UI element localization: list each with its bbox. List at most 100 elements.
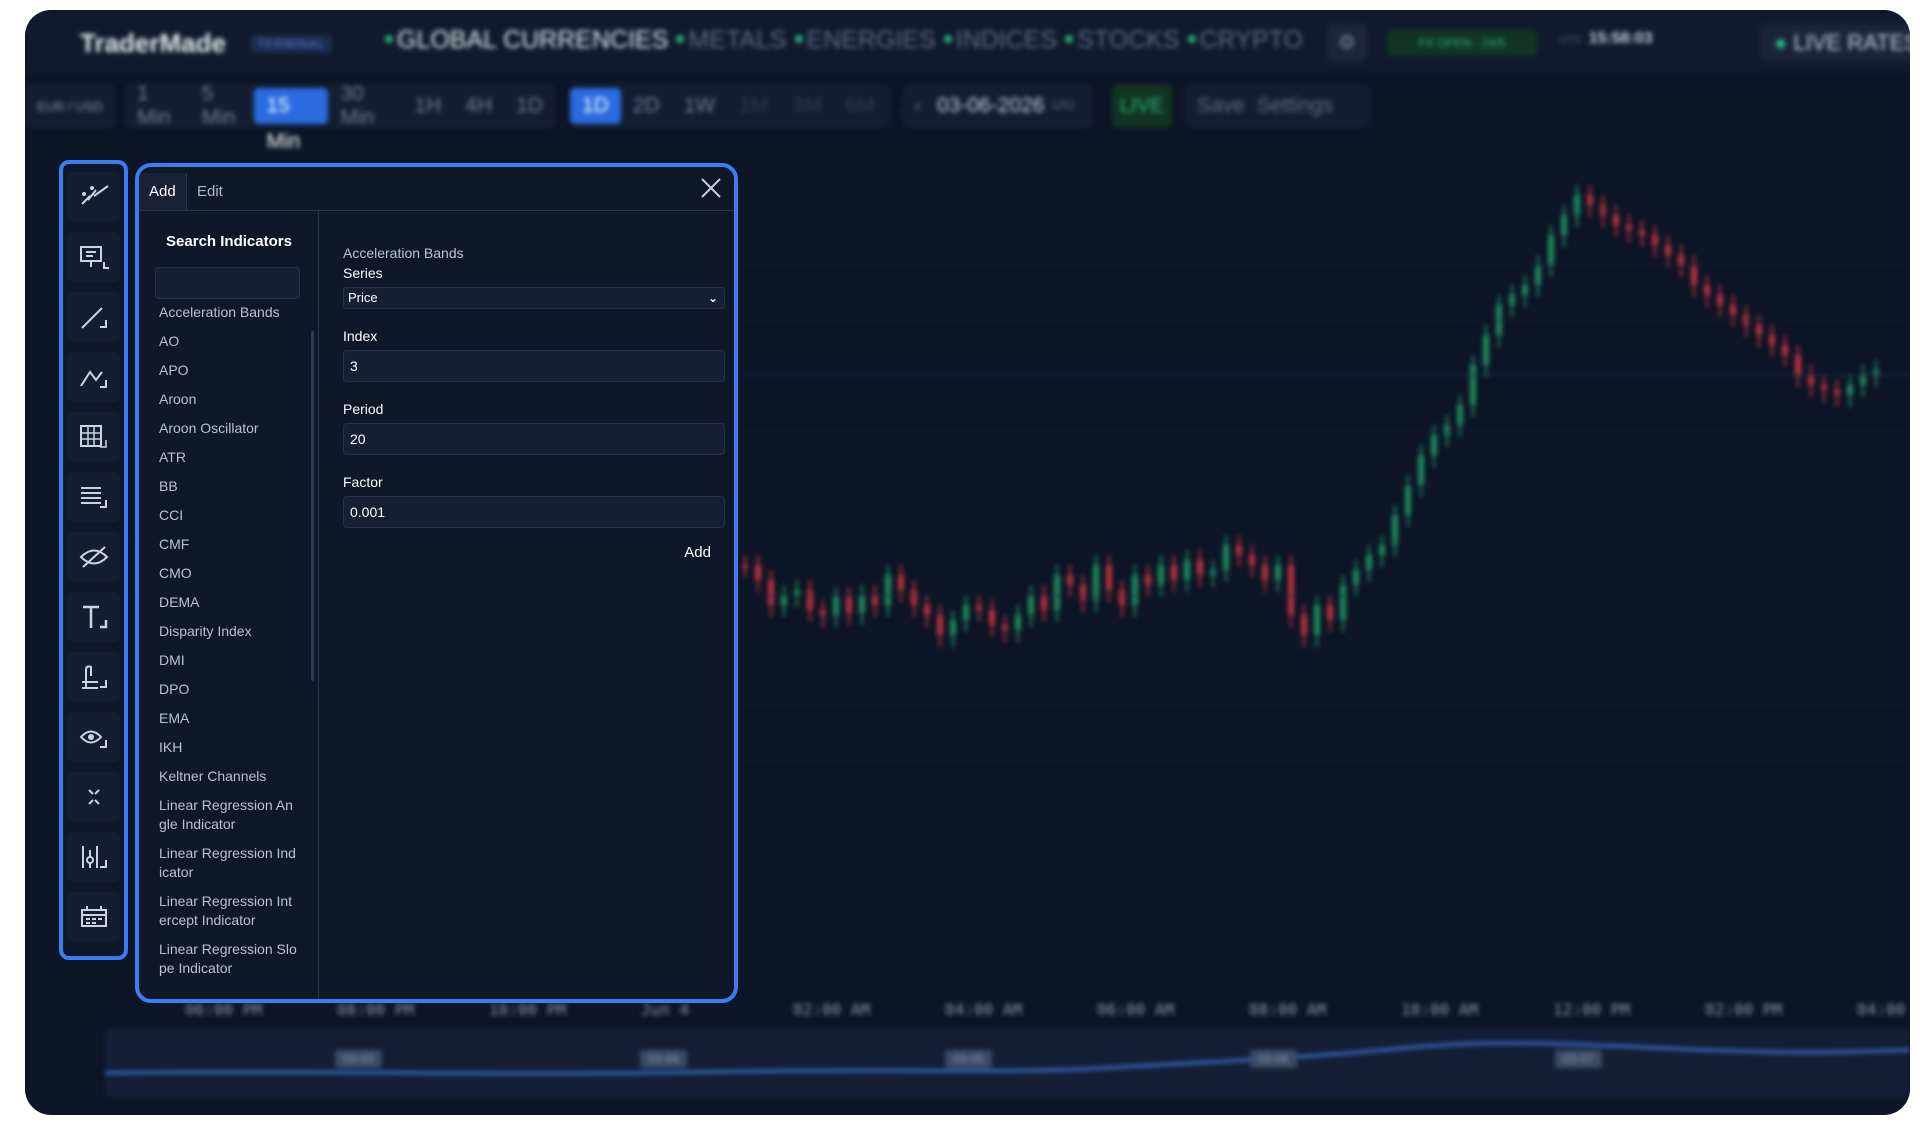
tab-edit[interactable]: Edit [187, 173, 233, 210]
indicator-item[interactable]: Aroon [159, 390, 299, 409]
indicator-item[interactable]: ATR [159, 448, 299, 467]
index-field[interactable]: 3 [343, 350, 725, 382]
candle-body [1301, 615, 1307, 635]
range-navigator[interactable]: 03-03 03-04 03-05 03-06 03-07 [105, 1028, 1910, 1098]
candle-body [1860, 375, 1866, 385]
indicator-item[interactable]: CCI [159, 506, 299, 525]
market-status-badge: FX OPEN · 24/5 [1387, 30, 1537, 56]
live-button[interactable]: LIVE [1112, 84, 1172, 128]
indicator-item[interactable]: IKH [159, 738, 299, 757]
navigator-label: 03-07 [1555, 1050, 1602, 1068]
indicator-item[interactable]: Disparity Index [159, 622, 299, 641]
indicator-search-column: Search Indicators Acceleration Bands AO AP… [139, 211, 319, 999]
indicator-item[interactable]: Keltner Channels [159, 767, 299, 786]
range-1w[interactable]: 1W [672, 94, 728, 118]
app-window: TraderMade TERMINAL GLOBAL CURRENCIES MET… [25, 10, 1910, 1115]
indicator-item[interactable]: Linear Regression Slope Indicator [159, 940, 299, 978]
indicator-item[interactable]: CMO [159, 564, 299, 583]
interval-15-min[interactable]: 15 Min [254, 88, 329, 153]
indicator-item[interactable]: DPO [159, 680, 299, 699]
candle-body [1366, 555, 1372, 570]
candle-body [1613, 215, 1619, 225]
add-button[interactable]: Add [343, 544, 725, 561]
search-input[interactable] [155, 267, 300, 299]
tool-horizontal-lines-button[interactable] [67, 472, 120, 522]
range-3m[interactable]: 3M [780, 94, 833, 118]
text-icon [82, 605, 107, 629]
indicator-item[interactable]: DMI [159, 651, 299, 670]
date-picker[interactable]: ‹ 03-06-2026 UTC [903, 84, 1093, 128]
close-icon[interactable] [698, 175, 724, 201]
market-tab-global-currencies[interactable]: GLOBAL CURRENCIES [385, 26, 668, 55]
market-tabs: GLOBAL CURRENCIES METALS ENERGIES INDICES ST… [385, 26, 1303, 55]
indicator-item[interactable]: APO [159, 361, 299, 380]
indicator-item[interactable]: Linear Regression Angle Indicator [159, 796, 299, 834]
tool-hide-button[interactable] [67, 532, 120, 582]
gear-icon[interactable]: ⚙ [1327, 24, 1367, 62]
tool-fullscreen-button[interactable] [67, 772, 120, 822]
tool-path-button[interactable] [67, 352, 120, 402]
x-axis-label: 08:00 AM [1249, 1000, 1327, 1019]
indicator-list: Acceleration Bands AO APO Aroon Aroon Oscill… [159, 303, 299, 993]
tool-line-button[interactable] [67, 292, 120, 342]
candle-body [1665, 245, 1671, 255]
tool-measure-button[interactable] [67, 652, 120, 702]
interval-1d[interactable]: 1D [504, 94, 555, 118]
pair-selector[interactable]: EUR / USD [25, 84, 115, 128]
indicator-item[interactable]: Linear Regression Intercept Indicator [159, 892, 299, 930]
live-rates-button[interactable]: ● LIVE RATES [1760, 24, 1910, 62]
indicator-item[interactable]: DEMA [159, 593, 299, 612]
indicator-item[interactable]: CMF [159, 535, 299, 554]
candle-body [1704, 285, 1710, 295]
tool-indicators-button[interactable] [67, 832, 120, 882]
market-tab-energies[interactable]: ENERGIES [794, 26, 936, 55]
range-2d[interactable]: 2D [621, 94, 672, 118]
range-group: 1D2D1W1M3M6M1Y [570, 84, 924, 128]
interval-4h[interactable]: 4H [453, 94, 504, 118]
x-axis-label: 10:00 AM [1401, 1000, 1479, 1019]
hide-icon [79, 546, 108, 568]
interval-1h[interactable]: 1H [402, 94, 453, 118]
tool-trend-line-button[interactable] [67, 172, 120, 222]
period-field[interactable]: 20 [343, 423, 725, 455]
interval-5-min[interactable]: 5 Min [190, 82, 255, 130]
interval-30-min[interactable]: 30 Min [328, 82, 402, 130]
indicator-item[interactable]: Aroon Oscillator [159, 419, 299, 438]
market-tab-stocks[interactable]: STOCKS [1065, 26, 1180, 55]
indicator-item[interactable]: Acceleration Bands [159, 303, 299, 322]
tool-text-button[interactable] [67, 592, 120, 642]
list-scrollbar[interactable] [311, 331, 314, 681]
indicator-item[interactable]: AO [159, 332, 299, 351]
market-tab-indices[interactable]: INDICES [943, 26, 1057, 55]
candle-body [989, 610, 995, 625]
candle-body [1275, 565, 1281, 580]
tab-add[interactable]: Add [139, 173, 187, 210]
settings-button[interactable]: Settings [1251, 94, 1339, 118]
series-select[interactable]: Price ⌄ [343, 287, 725, 309]
candle-body [937, 615, 943, 635]
market-tab-metals[interactable]: METALS [676, 26, 787, 55]
range-6m[interactable]: 6M [834, 94, 887, 118]
tool-grid-button[interactable] [67, 412, 120, 462]
candle-body [1028, 595, 1034, 615]
tool-calendar-button[interactable] [67, 892, 120, 942]
candle-body [833, 597, 839, 615]
horizontal-lines-icon [80, 487, 107, 508]
tool-eye-button[interactable] [67, 712, 120, 762]
candle-body [872, 595, 878, 605]
indicator-item[interactable]: Linear Regression Indicator [159, 844, 299, 882]
candle-body [807, 590, 813, 610]
indicator-item[interactable]: BB [159, 477, 299, 496]
candle-body [1769, 335, 1775, 345]
range-1m[interactable]: 1M [727, 94, 780, 118]
interval-1-min[interactable]: 1 Min [125, 82, 190, 130]
factor-field[interactable]: 0.001 [343, 496, 725, 528]
indicator-item[interactable]: EMA [159, 709, 299, 728]
range-1d[interactable]: 1D [570, 88, 621, 124]
market-tab-crypto[interactable]: CRYPTO [1187, 26, 1303, 55]
candle-body [963, 605, 969, 620]
save-button[interactable]: Save [1185, 94, 1251, 118]
tool-annotation-button[interactable] [67, 232, 120, 282]
date-value: 03-06-2026 [937, 94, 1045, 117]
candle-body [846, 597, 852, 613]
